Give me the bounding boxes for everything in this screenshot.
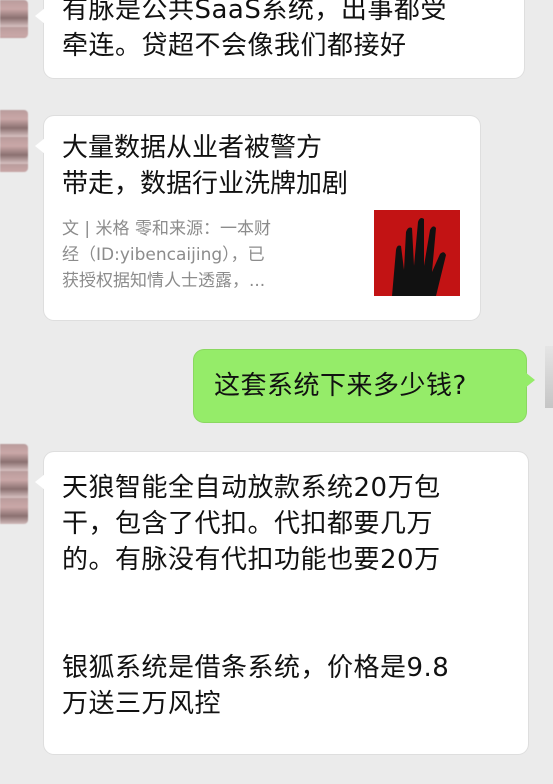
contact-avatar[interactable] xyxy=(0,110,28,172)
my-message-bubble[interactable]: 这套系统下来多少钱? xyxy=(194,350,535,422)
contact-avatar[interactable] xyxy=(0,444,28,524)
message-text: 天狼智能全自动放款系统20万包 干，包含了代扣。代扣都要几万 的。有脉没有代扣功… xyxy=(62,473,450,719)
contact-avatar[interactable] xyxy=(0,0,28,38)
link-card-thumbnail xyxy=(374,210,460,296)
link-card[interactable]: 大量数据从业者被警方 带走，数据行业洗牌加剧 文 | 米格 零和来源：一本财 经… xyxy=(35,116,480,320)
message-text: 这套系统下来多少钱? xyxy=(214,371,467,401)
hand-icon xyxy=(392,218,446,296)
message-bubble[interactable]: 天狼智能全自动放款系统20万包 干，包含了代扣。代扣都要几万 的。有脉没有代扣功… xyxy=(35,452,528,754)
message-bubble[interactable]: 有脉是公共SaaS系统，出事都受 牵连。贷超不会像我们都接好 xyxy=(35,0,524,78)
my-avatar[interactable] xyxy=(545,346,553,408)
link-card-title: 大量数据从业者被警方 带走，数据行业洗牌加剧 xyxy=(62,133,349,199)
message-text: 有脉是公共SaaS系统，出事都受 牵连。贷超不会像我们都接好 xyxy=(62,0,447,61)
link-card-description: 文 | 米格 零和来源：一本财 经（ID:yibencaijing），已 获授权… xyxy=(62,219,271,291)
